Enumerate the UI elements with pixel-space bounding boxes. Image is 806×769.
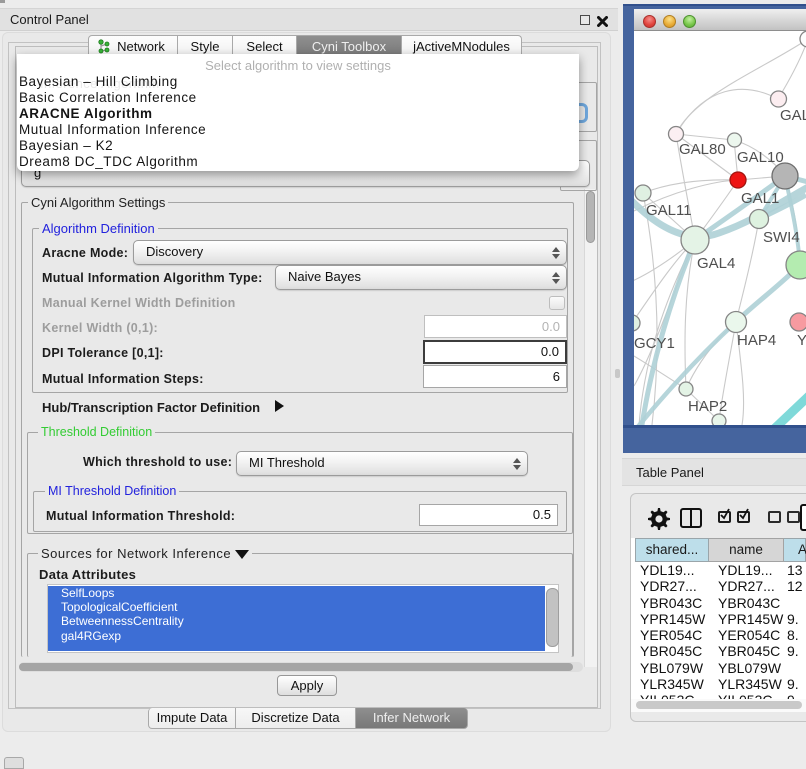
svg-text:GAL7: GAL7 bbox=[780, 107, 806, 124]
svg-text:GAL10: GAL10 bbox=[737, 149, 784, 166]
svg-text:HAP4: HAP4 bbox=[737, 332, 776, 349]
svg-text:GAL11: GAL11 bbox=[646, 202, 692, 219]
svg-text:GAL4: GAL4 bbox=[697, 255, 735, 272]
svg-text:GCY1: GCY1 bbox=[634, 335, 675, 352]
svg-text:SWI4: SWI4 bbox=[763, 229, 800, 246]
svg-text:GAL80: GAL80 bbox=[679, 141, 726, 158]
svg-text:HAP2: HAP2 bbox=[688, 398, 727, 415]
svg-text:Y: Y bbox=[797, 332, 806, 349]
svg-text:GAL1: GAL1 bbox=[741, 190, 779, 207]
